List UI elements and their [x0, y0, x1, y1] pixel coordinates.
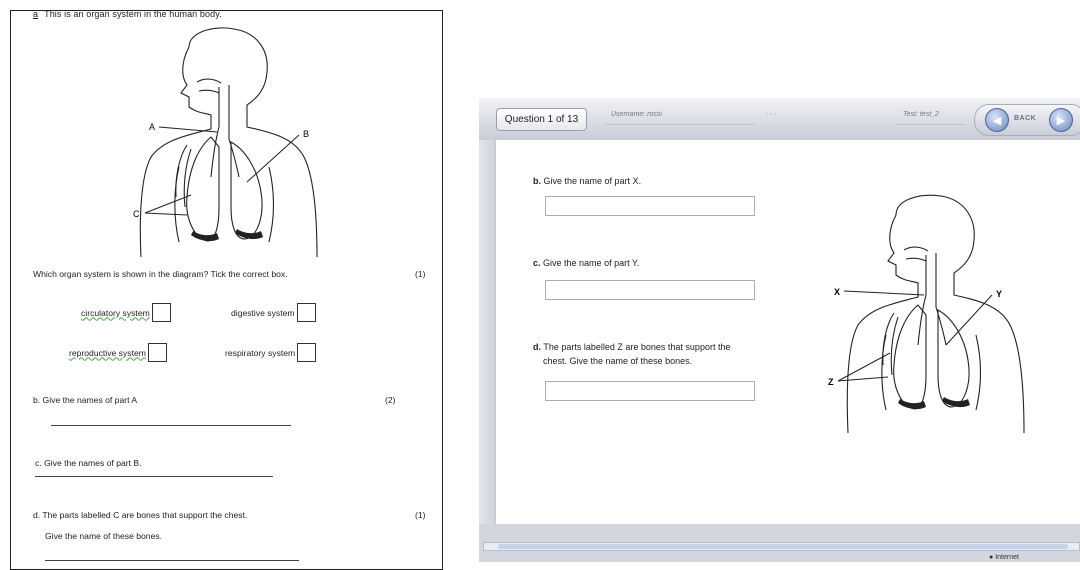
username-underline	[605, 124, 755, 125]
question-a: Which organ system is shown in the diagr…	[33, 269, 288, 279]
question-text: Give the name of part Y.	[543, 258, 640, 268]
quiz-question-b: b. Give the name of part X.	[533, 174, 641, 188]
back-label: BACK	[1014, 115, 1037, 122]
option-label: digestive system	[231, 307, 295, 318]
quiz-header: Question 1 of 13 Username: rossi · · · T…	[479, 98, 1080, 140]
answer-input-z[interactable]	[545, 381, 755, 401]
worksheet-page: a This is an organ system in the human bo…	[10, 10, 443, 570]
question-text-line2: chest. Give the name of these bones.	[543, 356, 693, 366]
next-button[interactable]: ▶	[1049, 108, 1073, 132]
question-d: d. The parts labelled C are bones that s…	[33, 510, 248, 520]
label-z: Z	[828, 377, 834, 387]
worksheet-intro: a This is an organ system in the human bo…	[33, 10, 222, 19]
test-underline	[895, 124, 965, 125]
respiratory-diagram-xyz: X Y Z	[828, 194, 1025, 434]
option-label: respiratory system	[225, 347, 296, 358]
label-c: C	[133, 209, 140, 219]
quiz-window: Question 1 of 13 Username: rossi · · · T…	[479, 98, 1080, 562]
checkbox-circulatory[interactable]	[151, 303, 171, 322]
horizontal-scrollbar[interactable]	[483, 542, 1080, 551]
username: Username: rossi	[611, 111, 662, 118]
respiratory-diagram: A B C	[133, 27, 318, 258]
label-a: A	[149, 122, 155, 132]
status-bar: ● Internet	[989, 554, 1019, 561]
option-circulatory: circulatory system	[81, 303, 171, 322]
question-b: b. Give the names of part A	[33, 395, 138, 405]
answer-input-x[interactable]	[545, 196, 755, 216]
label-b: B	[303, 129, 309, 139]
label-y: Y	[996, 289, 1002, 299]
status-text: Internet	[995, 554, 1019, 561]
answer-input-y[interactable]	[545, 280, 755, 300]
checkbox-reproductive[interactable]	[147, 343, 167, 362]
scroll-thumb[interactable]	[498, 544, 1068, 549]
globe-icon: ●	[989, 554, 994, 561]
mark-b: (2)	[385, 395, 396, 405]
question-text: The parts labelled Z are bones that supp…	[543, 342, 731, 352]
quiz-question-d: d. The parts labelled Z are bones that s…	[533, 340, 730, 368]
option-respiratory: respiratory system	[225, 343, 317, 362]
answer-line-c[interactable]	[35, 476, 273, 477]
question-counter: Question 1 of 13	[496, 108, 587, 131]
option-label: reproductive system	[69, 347, 146, 358]
question-index: b.	[533, 176, 541, 186]
checkbox-respiratory[interactable]	[297, 343, 317, 362]
answer-line-b[interactable]	[51, 425, 291, 426]
test-name: Test: test_2	[903, 111, 939, 118]
question-index: c.	[533, 258, 541, 268]
arrow-left-icon: ◀	[992, 114, 1002, 127]
question-d2: Give the name of these bones.	[45, 531, 163, 541]
question-text: Give the name of part X.	[543, 176, 642, 186]
intro-index: a	[33, 10, 39, 19]
option-digestive: digestive system	[231, 303, 316, 322]
label-x: X	[834, 287, 840, 297]
mark-a: (1)	[415, 269, 426, 279]
arrow-right-icon: ▶	[1056, 114, 1066, 127]
mark-d: (1)	[415, 510, 426, 520]
checkbox-digestive[interactable]	[296, 303, 316, 322]
answer-line-d[interactable]	[45, 560, 299, 561]
back-button[interactable]: ◀	[985, 108, 1009, 132]
question-index: d.	[533, 342, 541, 352]
header-dots: · · ·	[766, 111, 777, 118]
option-label: circulatory system	[81, 307, 150, 318]
question-c: c. Give the names of part B.	[35, 458, 142, 468]
option-reproductive: reproductive system	[69, 343, 167, 362]
intro-text: This is an organ system in the human bod…	[44, 10, 222, 19]
left-frame	[479, 140, 495, 524]
quiz-question-c: c. Give the name of part Y.	[533, 256, 639, 270]
